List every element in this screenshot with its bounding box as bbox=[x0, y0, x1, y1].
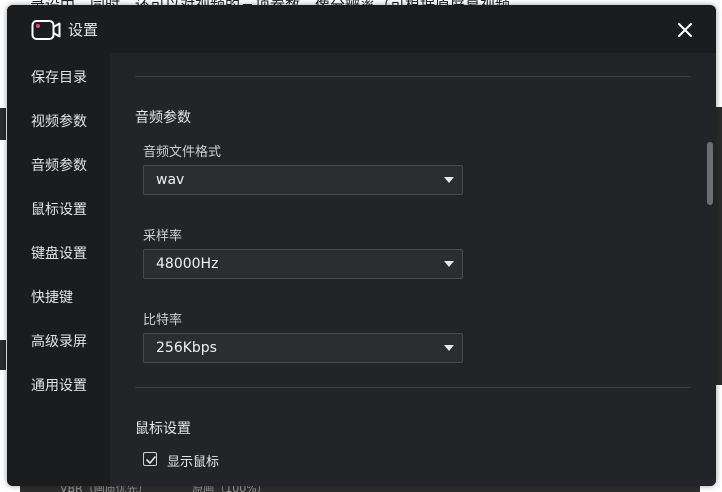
sample-rate-value: 48000Hz bbox=[156, 256, 219, 272]
sidebar-item-keyboard-settings[interactable]: 键盘设置 bbox=[7, 232, 110, 276]
sidebar-item-advanced-recording[interactable]: 高级录屏 bbox=[7, 320, 110, 364]
show-cursor-checkbox[interactable] bbox=[143, 452, 157, 466]
background-left-strip bbox=[0, 0, 6, 492]
background-left-element-2 bbox=[0, 340, 6, 370]
audio-format-label: 音频文件格式 bbox=[143, 145, 222, 160]
background-right-panel bbox=[716, 107, 722, 385]
background-left-element bbox=[0, 108, 6, 140]
video-camera-icon bbox=[31, 19, 61, 41]
mouse-section-title: 鼠标设置 bbox=[135, 421, 191, 437]
sidebar-item-save-directory[interactable]: 保存目录 bbox=[7, 56, 110, 100]
bitrate-select[interactable]: 256Kbps bbox=[143, 333, 463, 363]
settings-dialog: 设置 保存目录 视频参数 音频参数 鼠标设置 键盘设置 快捷键 高级录屏 通用设… bbox=[7, 5, 716, 486]
bitrate-value: 256Kbps bbox=[156, 340, 217, 356]
settings-sidebar: 保存目录 视频参数 音频参数 鼠标设置 键盘设置 快捷键 高级录屏 通用设置 bbox=[7, 53, 110, 486]
sidebar-item-video-params[interactable]: 视频参数 bbox=[7, 100, 110, 144]
sample-rate-select[interactable]: 48000Hz bbox=[143, 249, 463, 279]
chevron-down-icon bbox=[444, 345, 454, 351]
section-divider bbox=[135, 387, 691, 388]
sidebar-item-mouse-settings[interactable]: 鼠标设置 bbox=[7, 188, 110, 232]
audio-section-title: 音频参数 bbox=[135, 110, 191, 126]
audio-format-select[interactable]: wav bbox=[143, 165, 463, 195]
bitrate-label: 比特率 bbox=[143, 313, 183, 328]
chevron-down-icon bbox=[444, 261, 454, 267]
show-cursor-label: 显示鼠标 bbox=[167, 455, 220, 470]
sidebar-item-general-settings[interactable]: 通用设置 bbox=[7, 364, 110, 408]
dialog-titlebar[interactable]: 设置 bbox=[7, 5, 716, 53]
section-divider bbox=[135, 76, 691, 77]
settings-content: 音频参数 音频文件格式 wav 采样率 48000Hz 比特率 256Kbps … bbox=[110, 53, 716, 486]
close-icon[interactable] bbox=[674, 19, 696, 41]
content-scrollbar[interactable] bbox=[707, 142, 713, 205]
sidebar-item-audio-params[interactable]: 音频参数 bbox=[7, 144, 110, 188]
chevron-down-icon bbox=[444, 177, 454, 183]
sidebar-item-shortcuts[interactable]: 快捷键 bbox=[7, 276, 110, 320]
dialog-title: 设置 bbox=[68, 21, 99, 39]
sample-rate-label: 采样率 bbox=[143, 229, 183, 244]
audio-format-value: wav bbox=[156, 172, 185, 188]
